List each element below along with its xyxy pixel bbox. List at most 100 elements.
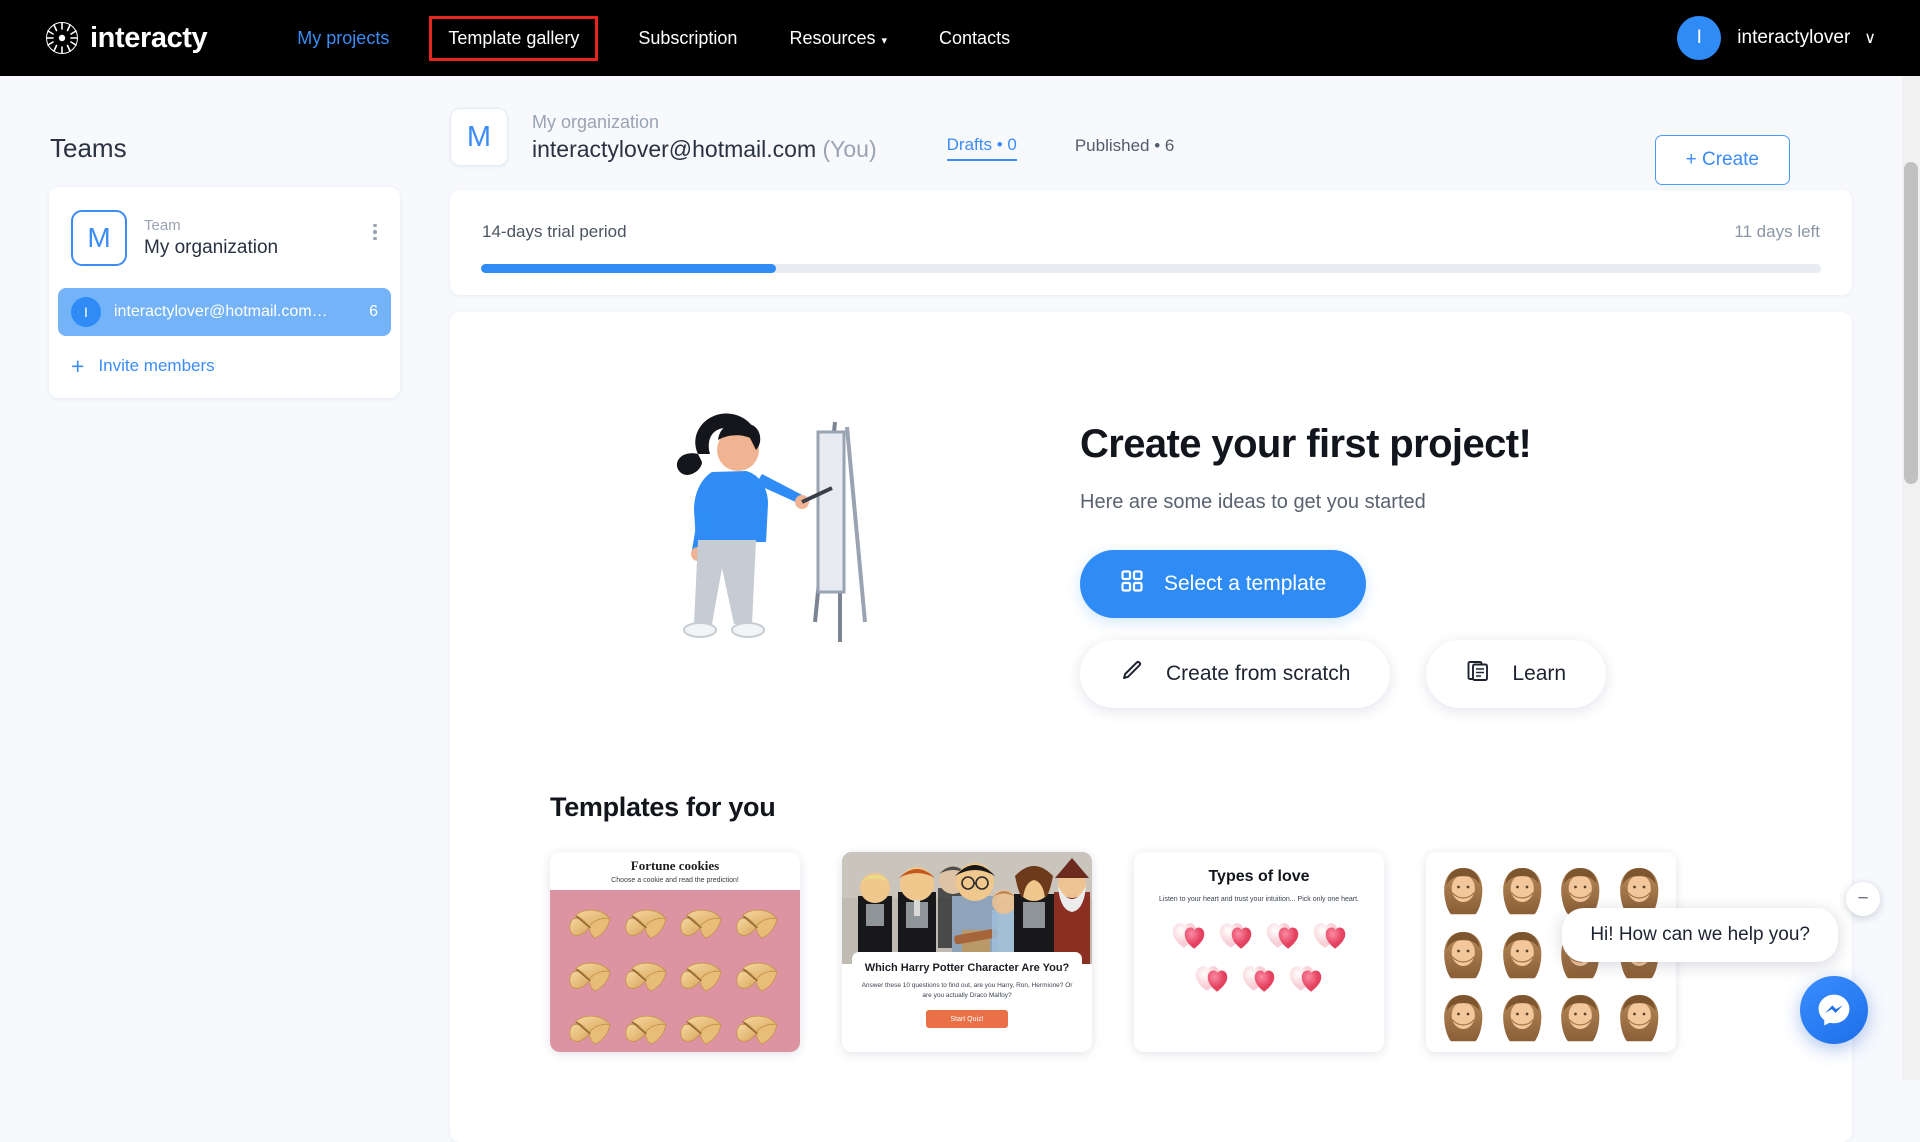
heart-item[interactable] xyxy=(1313,921,1347,956)
nav-item-template-gallery[interactable]: Template gallery xyxy=(429,15,599,61)
page-scrollbar-track[interactable] xyxy=(1902,76,1920,1080)
pencil-icon xyxy=(1120,659,1144,689)
heart-item[interactable] xyxy=(1172,921,1206,956)
chevron-down-icon: ▾ xyxy=(881,34,888,47)
template-card-fortune-cookies[interactable]: Fortune cookies Choose a cookie and read… xyxy=(550,852,800,1052)
organization-badge: M xyxy=(450,108,508,166)
template-card-harry-potter[interactable]: Which Harry Potter Character Are You? An… xyxy=(842,852,1092,1052)
minimize-icon[interactable]: − xyxy=(1846,882,1880,916)
onboarding-card: Create your first project! Here are some… xyxy=(450,312,1852,1142)
invite-members-label: Invite members xyxy=(98,356,215,375)
hair-style-item[interactable] xyxy=(1436,987,1491,1047)
trial-progress-track xyxy=(481,264,1821,273)
harry-potter-photo xyxy=(842,852,1092,964)
team-badge: M xyxy=(71,210,127,266)
hair-style-item[interactable] xyxy=(1495,860,1550,920)
heart-item[interactable] xyxy=(1219,921,1253,956)
nav-item-resources[interactable]: Resources ▾ xyxy=(773,19,903,58)
page-scrollbar-thumb[interactable] xyxy=(1904,162,1918,484)
nav-item-resources-label: Resources xyxy=(789,27,876,48)
grid-squares-icon xyxy=(1120,569,1144,599)
create-from-scratch-button[interactable]: Create from scratch xyxy=(1080,640,1391,708)
user-menu[interactable]: I interactylover ∨ xyxy=(1677,0,1876,76)
organization-subtitle: My organization xyxy=(532,111,660,132)
sidebar-title: Teams xyxy=(50,133,127,163)
learn-label: Learn xyxy=(1512,662,1567,685)
organization-you-tag: (You) xyxy=(822,135,877,162)
invite-members-button[interactable]: + Invite members xyxy=(71,353,400,379)
nav-item-my-projects[interactable]: My projects xyxy=(281,19,405,58)
trial-label: 14-days trial period xyxy=(482,222,627,241)
fortune-cookie-item[interactable] xyxy=(566,902,618,951)
hair-style-item[interactable] xyxy=(1553,987,1608,1047)
heart-item[interactable] xyxy=(1242,964,1276,999)
messenger-icon[interactable] xyxy=(1800,976,1868,1044)
avatar: I xyxy=(1677,16,1722,60)
brand-name: interacty xyxy=(90,21,208,54)
nav-item-contacts[interactable]: Contacts xyxy=(923,19,1026,58)
kebab-menu-icon[interactable] xyxy=(364,219,386,245)
member-avatar: I xyxy=(71,297,101,327)
types-of-love-row-bottom xyxy=(1148,964,1370,999)
page-title: Create your first project! xyxy=(1080,422,1532,466)
fortune-cookies-body xyxy=(550,890,800,1052)
types-of-love-body: Types of love Listen to your heart and t… xyxy=(1134,852,1384,1052)
tab-published[interactable]: Published • 6 xyxy=(1075,136,1175,160)
hero-copy: Create your first project! Here are some… xyxy=(1080,422,1700,708)
brand-logo[interactable]: interacty xyxy=(44,20,208,56)
fortune-cookie-item[interactable] xyxy=(677,1008,729,1052)
start-quiz-button[interactable]: Start Quiz! xyxy=(926,1010,1008,1028)
project-tabs: Drafts • 0 Published • 6 xyxy=(946,113,1175,161)
create-button[interactable]: + Create xyxy=(1654,135,1790,185)
fortune-cookie-item[interactable] xyxy=(677,955,729,1004)
plus-icon: + xyxy=(71,353,85,379)
fortune-cookie-item[interactable] xyxy=(733,1008,785,1052)
top-navigation-bar: interacty My projects Template gallery S… xyxy=(0,0,1920,76)
hair-style-item[interactable] xyxy=(1436,860,1491,920)
hair-style-item[interactable] xyxy=(1612,987,1667,1047)
heart-item[interactable] xyxy=(1195,964,1229,999)
create-from-scratch-label: Create from scratch xyxy=(1166,662,1351,685)
organization-email: interactylover@hotmail.com xyxy=(532,135,817,162)
hair-style-item[interactable] xyxy=(1495,924,1550,984)
template-card-types-of-love[interactable]: Types of love Listen to your heart and t… xyxy=(1134,852,1384,1052)
fortune-cookie-item[interactable] xyxy=(566,1008,618,1052)
select-a-template-button[interactable]: Select a template xyxy=(1080,550,1367,618)
team-header[interactable]: M Team My organization xyxy=(49,205,400,266)
trial-days-left: 11 days left xyxy=(1734,222,1820,241)
trial-progress-fill xyxy=(481,264,776,273)
fortune-cookies-header: Fortune cookies Choose a cookie and read… xyxy=(550,852,800,890)
chevron-down-icon: ∨ xyxy=(1864,30,1876,47)
templates-row: Fortune cookies Choose a cookie and read… xyxy=(550,852,1676,1052)
woman-painting-at-easel-illustration-icon xyxy=(650,392,950,692)
hair-style-item[interactable] xyxy=(1436,924,1491,984)
fortune-cookie-item[interactable] xyxy=(622,1008,674,1052)
hair-style-item[interactable] xyxy=(1495,987,1550,1047)
fortune-cookie-item[interactable] xyxy=(622,902,674,951)
fortune-cookie-item[interactable] xyxy=(677,902,729,951)
templates-heading: Templates for you xyxy=(550,792,776,822)
organization-header: M My organization interactylover@hotmail… xyxy=(450,98,1852,185)
team-card: M Team My organization I interactylover@… xyxy=(49,187,400,398)
heart-item[interactable] xyxy=(1266,921,1300,956)
fortune-cookies-title: Fortune cookies xyxy=(630,858,720,873)
chat-greeting-bubble[interactable]: Hi! How can we help you? xyxy=(1562,908,1838,962)
fortune-cookies-grid xyxy=(566,902,785,1045)
fortune-cookie-item[interactable] xyxy=(733,902,785,951)
select-a-template-label: Select a template xyxy=(1164,572,1327,595)
harry-potter-subtitle: Answer these 10 questions to find out, a… xyxy=(861,982,1073,999)
types-of-love-row-top xyxy=(1148,921,1370,956)
learn-button[interactable]: Learn xyxy=(1426,640,1607,708)
harry-potter-panel: Which Harry Potter Character Are You? An… xyxy=(852,952,1082,1044)
hero-section: Create your first project! Here are some… xyxy=(450,372,1852,732)
heart-item[interactable] xyxy=(1289,964,1323,999)
team-label: Team xyxy=(144,216,181,234)
nav-item-subscription[interactable]: Subscription xyxy=(622,19,753,58)
fortune-cookie-item[interactable] xyxy=(733,955,785,1004)
tab-drafts[interactable]: Drafts • 0 xyxy=(946,135,1017,161)
types-of-love-subtitle: Listen to your heart and trust your intu… xyxy=(1159,896,1359,903)
fortune-cookie-item[interactable] xyxy=(566,955,618,1004)
fortune-cookie-item[interactable] xyxy=(622,955,674,1004)
sidebar-member-row[interactable]: I interactylover@hotmail.com… 6 xyxy=(58,288,391,336)
user-name: interactylover xyxy=(1737,27,1851,48)
